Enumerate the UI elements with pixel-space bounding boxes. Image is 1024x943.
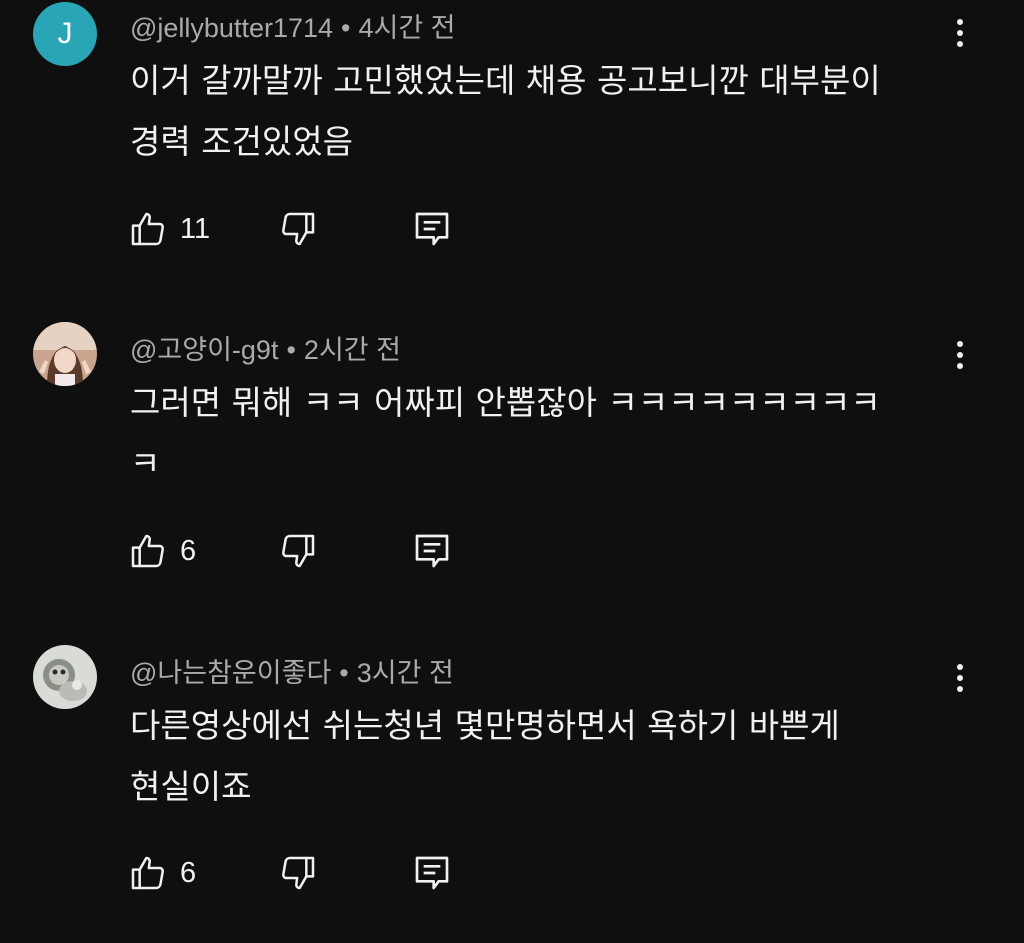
more-options-button[interactable]	[945, 658, 975, 698]
dislike-button[interactable]	[278, 851, 318, 895]
more-vertical-icon	[957, 341, 963, 347]
more-dot	[957, 363, 963, 369]
reply-button[interactable]	[412, 851, 452, 895]
comment-time[interactable]: 3시간 전	[357, 658, 454, 688]
comment-actions: 11	[128, 207, 528, 251]
comment-author[interactable]: @고양이-g9t	[130, 335, 278, 365]
like-count: 11	[180, 212, 211, 245]
comment-text: 이거 갈까말까 고민했었는데 채용 공고보니깐 대부분이 경력 조건있었음	[130, 61, 881, 161]
comment-text: 다른영상에선 쉬는청년 몇만명하면서 욕하기 바쁜게 현실이죠	[130, 706, 840, 806]
thumbs-down-icon	[282, 212, 315, 246]
avatar[interactable]	[33, 322, 97, 386]
more-dot	[957, 675, 963, 681]
like-count: 6	[180, 534, 197, 567]
dislike-button[interactable]	[278, 529, 318, 573]
avatar-letter: J	[57, 17, 73, 50]
thumbs-down-icon	[282, 856, 315, 890]
comment-time[interactable]: 4시간 전	[358, 13, 455, 43]
comment-time[interactable]: 2시간 전	[304, 335, 401, 365]
more-options-button[interactable]	[945, 13, 975, 53]
like-button[interactable]: 6	[128, 851, 196, 895]
avatar[interactable]: J	[33, 2, 97, 66]
reply-button[interactable]	[412, 529, 452, 573]
thumbs-down-icon	[282, 534, 315, 568]
reply-comment-icon	[415, 856, 449, 890]
meta-separator: •	[286, 335, 296, 365]
more-vertical-icon	[957, 19, 963, 25]
thumbs-up-icon	[131, 856, 164, 890]
comment-author[interactable]: @나는참운이좋다	[130, 658, 331, 688]
thumbs-up-icon	[131, 212, 164, 246]
avatar-photo	[33, 645, 97, 709]
comment-meta: @나는참운이좋다 • 3시간 전	[130, 651, 454, 690]
meta-separator: •	[341, 13, 351, 43]
comment-meta: @고양이-g9t • 2시간 전	[130, 328, 401, 367]
like-count: 6	[180, 856, 197, 889]
meta-separator: •	[339, 658, 349, 688]
reply-comment-icon	[415, 534, 449, 568]
like-button[interactable]: 6	[128, 529, 196, 573]
comment-author[interactable]: @jellybutter1714	[130, 13, 333, 43]
reply-button[interactable]	[412, 207, 452, 251]
comment-text: 그러면 뭐해 ㅋㅋ 어짜피 안뽑잖아 ㅋㅋㅋㅋㅋㅋㅋㅋㅋ ㅋ	[130, 383, 881, 483]
more-dot	[957, 352, 963, 358]
dislike-button[interactable]	[278, 207, 318, 251]
more-dot	[957, 41, 963, 47]
avatar[interactable]	[33, 645, 97, 709]
avatar-photo	[33, 322, 97, 386]
more-vertical-icon	[957, 664, 963, 670]
more-options-button[interactable]	[945, 335, 975, 375]
like-button[interactable]: 11	[128, 207, 210, 251]
comment-actions: 6	[128, 529, 528, 573]
more-dot	[957, 686, 963, 692]
comment-actions: 6	[128, 851, 528, 895]
thumbs-up-icon	[131, 534, 164, 568]
more-dot	[957, 30, 963, 36]
comment-meta: @jellybutter1714 • 4시간 전	[130, 6, 456, 45]
reply-comment-icon	[415, 212, 449, 246]
